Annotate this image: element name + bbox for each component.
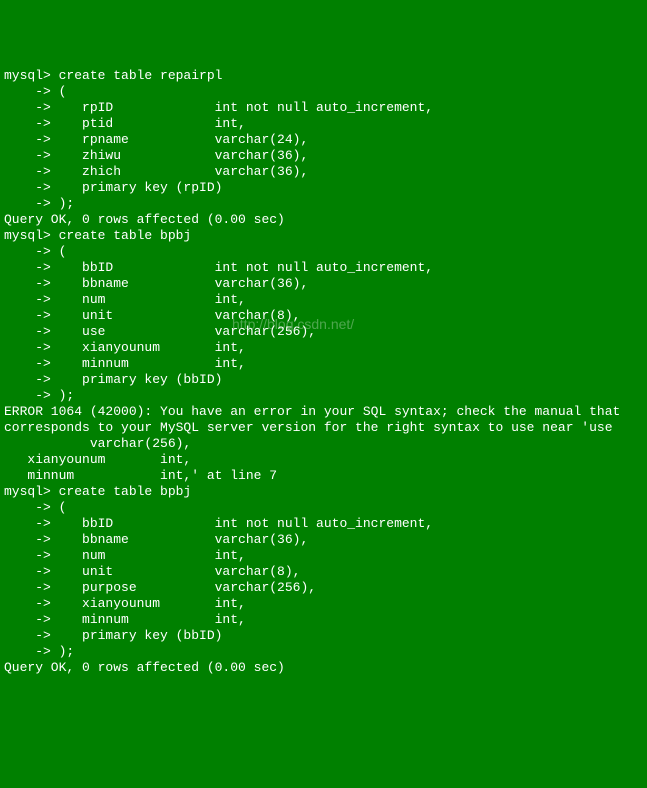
terminal-line: -> minnum int,: [4, 356, 643, 372]
terminal-line: -> zhiwu varchar(36),: [4, 148, 643, 164]
terminal-line: -> primary key (bbID): [4, 628, 643, 644]
terminal-line: -> purpose varchar(256),: [4, 580, 643, 596]
terminal-line: -> rpname varchar(24),: [4, 132, 643, 148]
terminal-line: -> );: [4, 388, 643, 404]
terminal-line: -> bbname varchar(36),: [4, 532, 643, 548]
terminal-line: -> (: [4, 500, 643, 516]
terminal-line: -> bbname varchar(36),: [4, 276, 643, 292]
terminal-line: -> (: [4, 244, 643, 260]
terminal-line: -> ptid int,: [4, 116, 643, 132]
terminal-line: -> use varchar(256),: [4, 324, 643, 340]
terminal-output: mysql> create table repairpl -> ( -> rpI…: [4, 68, 643, 676]
terminal-line: -> );: [4, 644, 643, 660]
terminal-line: -> rpID int not null auto_increment,: [4, 100, 643, 116]
terminal-line: -> );: [4, 196, 643, 212]
terminal-line: mysql> create table bpbj: [4, 484, 643, 500]
terminal-line: Query OK, 0 rows affected (0.00 sec): [4, 212, 643, 228]
terminal-line: -> primary key (bbID): [4, 372, 643, 388]
terminal-line: xianyounum int,: [4, 452, 643, 468]
terminal-line: -> xianyounum int,: [4, 340, 643, 356]
terminal-line: -> num int,: [4, 548, 643, 564]
terminal-line: corresponds to your MySQL server version…: [4, 420, 643, 436]
terminal-line: varchar(256),: [4, 436, 643, 452]
terminal-line: -> zhich varchar(36),: [4, 164, 643, 180]
terminal-line: -> num int,: [4, 292, 643, 308]
terminal-line: -> xianyounum int,: [4, 596, 643, 612]
terminal-line: mysql> create table bpbj: [4, 228, 643, 244]
terminal-line: mysql> create table repairpl: [4, 68, 643, 84]
terminal-line: -> bbID int not null auto_increment,: [4, 516, 643, 532]
terminal-line: ERROR 1064 (42000): You have an error in…: [4, 404, 643, 420]
terminal-line: -> unit varchar(8),: [4, 308, 643, 324]
terminal-line: Query OK, 0 rows affected (0.00 sec): [4, 660, 643, 676]
terminal-line: -> unit varchar(8),: [4, 564, 643, 580]
terminal-line: -> minnum int,: [4, 612, 643, 628]
terminal-line: -> bbID int not null auto_increment,: [4, 260, 643, 276]
terminal-line: minnum int,' at line 7: [4, 468, 643, 484]
terminal-line: -> (: [4, 84, 643, 100]
terminal-line: -> primary key (rpID): [4, 180, 643, 196]
